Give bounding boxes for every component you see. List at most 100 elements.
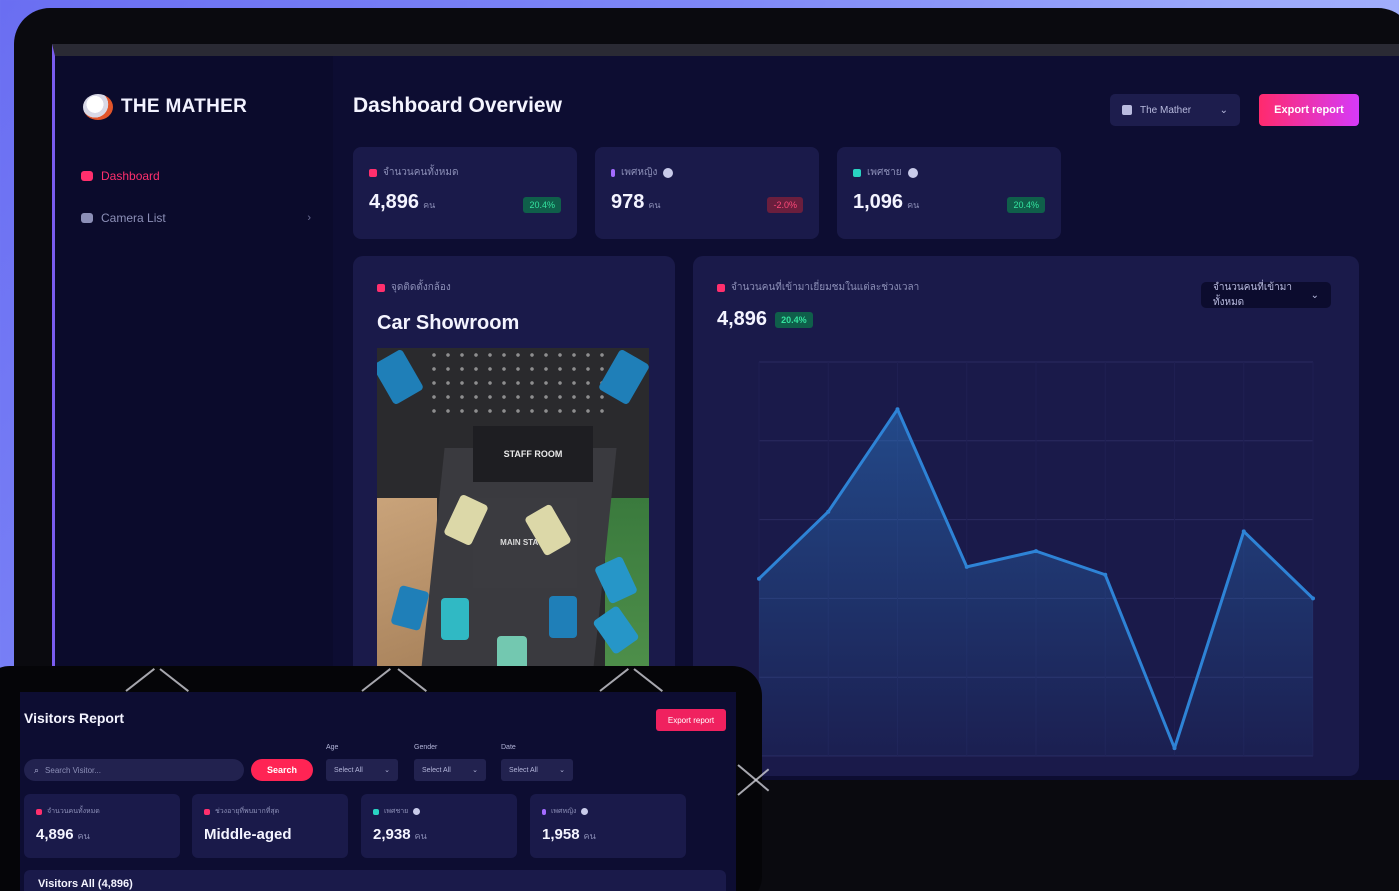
data-point[interactable] (1172, 746, 1177, 751)
kpi-label: เพศหญิง (611, 165, 674, 180)
export-report-button[interactable]: Export report (1259, 94, 1359, 126)
people-icon (36, 808, 42, 815)
brand[interactable]: THE MATHER (83, 94, 247, 120)
chart-metric-select[interactable]: จำนวนคนที่เข้ามาทั้งหมด ⌄ (1201, 282, 1331, 308)
sidebar-item-dashboard[interactable]: Dashboard (81, 169, 311, 183)
male-icon (853, 168, 861, 177)
female-icon (542, 808, 546, 815)
visitors-chart-card: จำนวนคนที่เข้ามาเยี่ยมชมในแต่ละช่วงเวลา … (693, 256, 1359, 776)
car-icon (441, 598, 469, 640)
showroom-title: Car Showroom (377, 312, 520, 334)
kpi-value: 4,896 คน (36, 826, 90, 843)
search-placeholder: Search Visitor... (45, 765, 101, 775)
kpi-number: 4,896 (36, 826, 74, 843)
info-icon[interactable] (663, 167, 674, 178)
kpi-label: เพศหญิง (542, 806, 589, 817)
sidebar-item-camera-list[interactable]: Camera List › (81, 211, 311, 225)
kpi-label-text: เพศชาย (384, 808, 409, 815)
data-point[interactable] (1311, 596, 1315, 601)
info-icon[interactable] (581, 808, 589, 815)
kpi-value: 978 คน (611, 191, 661, 214)
report-kpi-male: เพศชาย 2,938 คน (361, 794, 517, 858)
chevron-right-icon: › (307, 212, 311, 224)
kpi-label: เพศชาย (373, 806, 421, 817)
kpi-label: ช่วงอายุที่พบมากที่สุด (204, 806, 279, 817)
location-select[interactable]: The Mather ⌄ (1110, 94, 1240, 126)
card-label: จุดติดตั้งกล้อง (377, 280, 451, 295)
floor-plan-map[interactable]: STAFF ROOM MAIN STAGE (377, 348, 649, 668)
kpi-label-text: เพศชาย (867, 167, 902, 178)
kpi-value: 1,096 คน (853, 191, 919, 214)
data-point[interactable] (757, 576, 761, 581)
kpi-number: 1,958 (542, 826, 580, 843)
brand-name: THE MATHER (121, 96, 248, 117)
kpi-label-text: จำนวนคนทั้งหมด (383, 167, 459, 178)
kpi-label-text: เพศหญิง (621, 167, 658, 178)
kpi-value: 4,896 คน (369, 191, 435, 214)
page-title: Dashboard Overview (353, 94, 562, 117)
filter-select-date[interactable]: Select All ⌄ (501, 759, 573, 781)
data-point[interactable] (826, 509, 831, 514)
filter-label-date: Date (501, 744, 516, 751)
kpi-unit: คน (583, 831, 596, 841)
visitors-all-title: Visitors All (4,896) (38, 878, 133, 890)
kpi-unit: คน (907, 200, 920, 210)
kpi-unit: คน (423, 200, 436, 210)
home-icon (81, 171, 93, 181)
report-kpi-age-group: ช่วงอายุที่พบมากที่สุด Middle-aged (192, 794, 348, 858)
sidebar-item-label: Dashboard (101, 169, 160, 183)
parking-grid (427, 348, 607, 418)
search-button[interactable]: Search (251, 759, 313, 781)
export-report-button[interactable]: Export report (656, 709, 726, 731)
data-point[interactable] (1103, 572, 1108, 577)
camera-icon (377, 283, 385, 292)
visitors-area-chart (757, 361, 1315, 757)
car-icon (497, 636, 527, 668)
kpi-unit: คน (77, 831, 90, 841)
kpi-male: เพศชาย 1,096 คน 20.4% (837, 147, 1061, 239)
kpi-value: 1,958 คน (542, 826, 596, 843)
report-kpi-female: เพศหญิง 1,958 คน (530, 794, 686, 858)
trend-badge: 20.4% (1007, 197, 1045, 213)
kpi-female: เพศหญิง 978 คน -2.0% (595, 147, 819, 239)
kpi-unit: คน (648, 200, 661, 210)
kpi-number: Middle-aged (204, 826, 292, 843)
kpi-number: 2,938 (373, 826, 411, 843)
data-point[interactable] (1241, 529, 1246, 534)
kpi-label: จำนวนคนทั้งหมด (36, 806, 100, 817)
camera-icon (81, 213, 93, 223)
chevron-down-icon: ⌄ (559, 767, 565, 774)
location-select-value: The Mather (1140, 104, 1192, 116)
chevron-down-icon: ⌄ (1219, 104, 1228, 116)
filter-select-gender[interactable]: Select All ⌄ (414, 759, 486, 781)
search-input[interactable]: ⌕ Search Visitor... (24, 759, 244, 781)
chart-total: 4,896 20.4% (717, 308, 813, 331)
card-label-text: จุดติดตั้งกล้อง (391, 282, 451, 293)
filter-value: Select All (334, 766, 363, 774)
kpi-label-text: ช่วงอายุที่พบมากที่สุด (215, 808, 280, 815)
chevron-down-icon: ⌄ (384, 767, 390, 774)
kpi-unit: คน (414, 831, 427, 841)
chevron-down-icon: ⌄ (472, 767, 478, 774)
report-title: Visitors Report (24, 710, 125, 726)
filter-value: Select All (509, 766, 538, 774)
filter-select-age[interactable]: Select All ⌄ (326, 759, 398, 781)
kpi-number: 978 (611, 191, 645, 213)
trend-badge: 20.4% (775, 311, 813, 328)
chart-total-value: 4,896 (717, 308, 768, 330)
car-icon (549, 596, 577, 638)
info-icon[interactable] (413, 808, 421, 815)
staff-room: STAFF ROOM (473, 426, 593, 482)
kpi-value: 2,938 คน (373, 826, 427, 843)
data-point[interactable] (964, 564, 969, 569)
card-label-text: จำนวนคนที่เข้ามาเยี่ยมชมในแต่ละช่วงเวลา (731, 282, 920, 293)
chart-metric-value: จำนวนคนที่เข้ามาทั้งหมด (1213, 282, 1292, 308)
info-icon[interactable] (907, 167, 918, 178)
search-icon: ⌕ (34, 764, 40, 775)
report-kpi-total: จำนวนคนทั้งหมด 4,896 คน (24, 794, 180, 858)
trend-badge: 20.4% (523, 197, 561, 213)
filter-label-age: Age (326, 744, 339, 751)
data-point[interactable] (1034, 549, 1038, 554)
data-point[interactable] (895, 407, 900, 412)
female-icon (611, 168, 615, 177)
